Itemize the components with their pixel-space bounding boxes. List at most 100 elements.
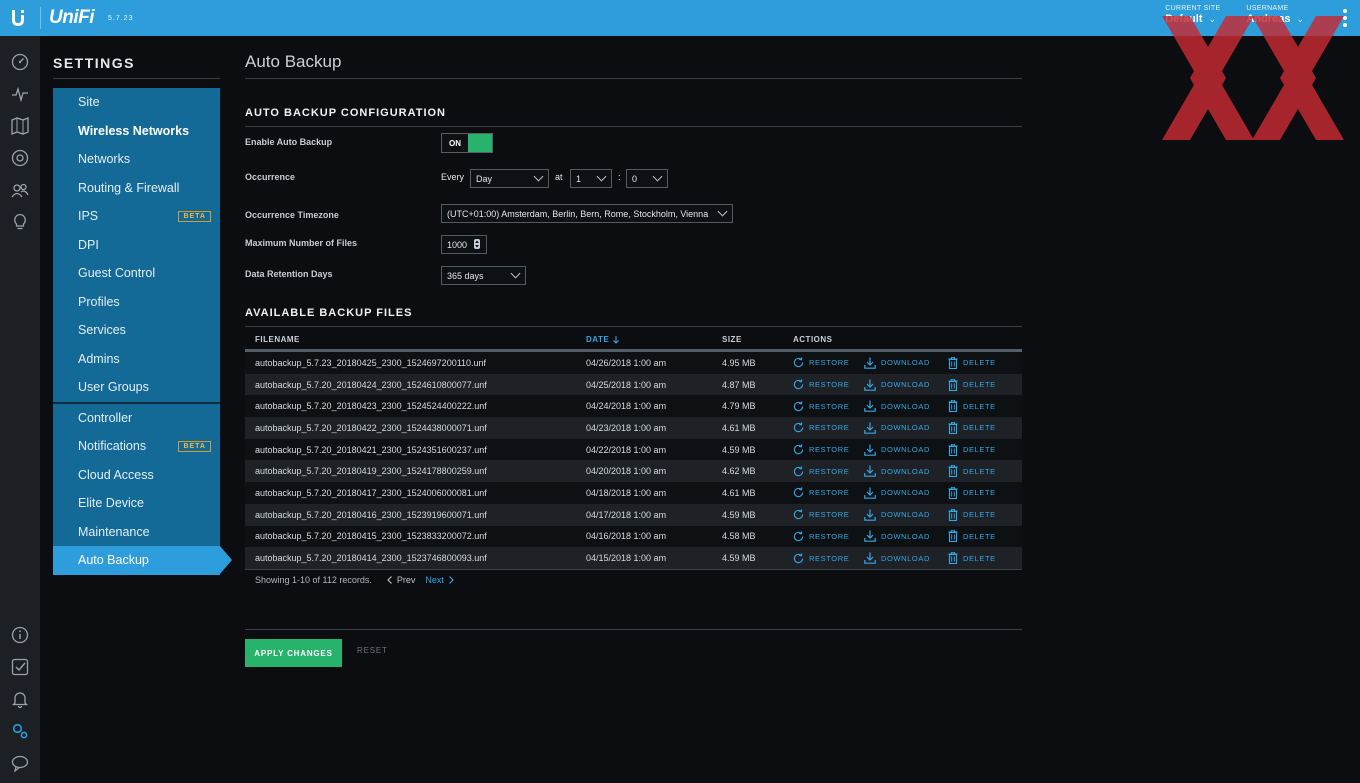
restore-icon (793, 487, 804, 498)
restore-button[interactable]: RESTORE (793, 482, 849, 504)
download-button[interactable]: DOWNLOAD (864, 482, 930, 504)
trash-icon (948, 486, 958, 499)
sidebar-item-routing-firewall[interactable]: Routing & Firewall (53, 174, 220, 203)
download-label: DOWNLOAD (881, 380, 930, 390)
restore-button[interactable]: RESTORE (793, 460, 849, 482)
download-button[interactable]: DOWNLOAD (864, 395, 930, 417)
restore-icon (793, 379, 804, 390)
delete-button[interactable]: DELETE (948, 374, 996, 396)
insights-icon[interactable] (10, 212, 30, 232)
sidebar-item-ips[interactable]: IPS BETA (53, 202, 220, 231)
download-button[interactable]: DOWNLOAD (864, 526, 930, 548)
filename-header[interactable]: FILENAME (255, 335, 300, 344)
restore-button[interactable]: RESTORE (793, 504, 849, 526)
delete-button[interactable]: DELETE (948, 417, 996, 439)
dashboard-icon[interactable] (10, 52, 30, 72)
hour-select[interactable]: 1 (570, 169, 612, 188)
sidebar-item-cloud-access[interactable]: Cloud Access (53, 461, 220, 490)
delete-button[interactable]: DELETE (948, 526, 996, 548)
apply-changes-button[interactable]: APPLY CHANGES (245, 639, 342, 667)
enable-auto-backup-toggle[interactable]: ON (441, 133, 493, 153)
download-button[interactable]: DOWNLOAD (864, 439, 930, 461)
filename-cell: autobackup_5.7.20_20180424_2300_15246108… (255, 379, 487, 390)
sidebar-item-user-groups[interactable]: User Groups (53, 373, 220, 402)
delete-button[interactable]: DELETE (948, 547, 996, 569)
delete-label: DELETE (963, 358, 996, 368)
restore-button[interactable]: RESTORE (793, 439, 849, 461)
sidebar-item-networks[interactable]: Networks (53, 145, 220, 174)
download-label: DOWNLOAD (881, 466, 930, 476)
divider (245, 629, 1022, 630)
retention-select[interactable]: 365 days (441, 266, 526, 285)
devices-icon[interactable] (10, 148, 30, 168)
delete-button[interactable]: DELETE (948, 395, 996, 417)
more-menu-icon[interactable] (1330, 0, 1360, 36)
sidebar-item-services[interactable]: Services (53, 316, 220, 345)
download-icon (864, 357, 876, 369)
sidebar-item-controller[interactable]: Controller (53, 404, 220, 433)
restore-button[interactable]: RESTORE (793, 374, 849, 396)
chat-icon[interactable] (10, 753, 30, 773)
occurrence-select[interactable]: Day (470, 169, 549, 188)
username-selector[interactable]: USERNAME Andreas ⌄ (1246, 0, 1304, 25)
chevron-down-icon (510, 268, 521, 279)
restore-button[interactable]: RESTORE (793, 526, 849, 548)
trash-icon (948, 421, 958, 434)
sidebar-item-notifications[interactable]: Notifications BETA (53, 432, 220, 461)
sidebar-item-profiles[interactable]: Profiles (53, 288, 220, 317)
download-button[interactable]: DOWNLOAD (864, 417, 930, 439)
sidebar-item-wireless-networks[interactable]: Wireless Networks (53, 117, 220, 146)
alerts-icon[interactable] (10, 689, 30, 709)
info-icon[interactable] (10, 625, 30, 645)
download-button[interactable]: DOWNLOAD (864, 504, 930, 526)
restore-icon (793, 552, 804, 564)
timezone-select[interactable]: (UTC+01:00) Amsterdam, Berlin, Bern, Rom… (441, 204, 733, 223)
reset-button[interactable]: RESET (357, 646, 388, 655)
stepper-icon[interactable] (474, 239, 480, 249)
minute-select[interactable]: 0 (626, 169, 668, 188)
delete-button[interactable]: DELETE (948, 439, 996, 461)
download-icon (864, 530, 876, 543)
download-button[interactable]: DOWNLOAD (864, 547, 930, 569)
delete-button[interactable]: DELETE (948, 352, 996, 374)
download-button[interactable]: DOWNLOAD (864, 352, 930, 374)
sidebar-item-guest-control[interactable]: Guest Control (53, 259, 220, 288)
download-button[interactable]: DOWNLOAD (864, 374, 930, 396)
sidebar-item-site[interactable]: Site (53, 88, 220, 117)
settings-icon[interactable] (10, 721, 30, 741)
clients-icon[interactable] (10, 180, 30, 200)
download-icon (864, 400, 876, 413)
restore-button[interactable]: RESTORE (793, 417, 849, 439)
tasks-icon[interactable] (10, 657, 30, 677)
date-header[interactable]: DATE (586, 335, 620, 344)
restore-button[interactable]: RESTORE (793, 352, 849, 374)
current-site-selector[interactable]: CURRENT SITE Default ⌄ (1165, 0, 1220, 25)
sidebar-item-elite-device[interactable]: Elite Device (53, 489, 220, 518)
delete-button[interactable]: DELETE (948, 482, 996, 504)
sidebar-item-dpi[interactable]: DPI (53, 231, 220, 260)
download-button[interactable]: DOWNLOAD (864, 460, 930, 482)
restore-button[interactable]: RESTORE (793, 547, 849, 569)
prev-page-button[interactable]: Prev (387, 575, 415, 585)
date-cell: 04/17/2018 1:00 am (586, 509, 667, 520)
restore-button[interactable]: RESTORE (793, 395, 849, 417)
statistics-icon[interactable] (10, 84, 30, 104)
date-cell: 04/22/2018 1:00 am (586, 444, 667, 455)
sidebar-item-auto-backup[interactable]: Auto Backup (53, 546, 232, 575)
download-label: DOWNLOAD (881, 510, 930, 520)
download-label: DOWNLOAD (881, 531, 930, 541)
pagination: Showing 1-10 of 112 records. Prev Next (255, 575, 454, 585)
next-page-button[interactable]: Next (425, 575, 454, 585)
size-cell: 4.61 MB (722, 422, 756, 433)
delete-button[interactable]: DELETE (948, 460, 996, 482)
occurrence-label: Occurrence (245, 172, 296, 182)
sidebar-item-admins[interactable]: Admins (53, 345, 220, 374)
map-icon[interactable] (10, 116, 30, 136)
size-header[interactable]: SIZE (722, 335, 742, 344)
max-files-input[interactable]: 1000 (441, 235, 487, 254)
ubiquiti-logo-icon[interactable] (0, 0, 36, 36)
sidebar-item-maintenance[interactable]: Maintenance (53, 518, 220, 547)
delete-button[interactable]: DELETE (948, 504, 996, 526)
settings-nav: Site Wireless Networks Networks Routing & F… (53, 88, 232, 575)
restore-label: RESTORE (809, 466, 850, 476)
